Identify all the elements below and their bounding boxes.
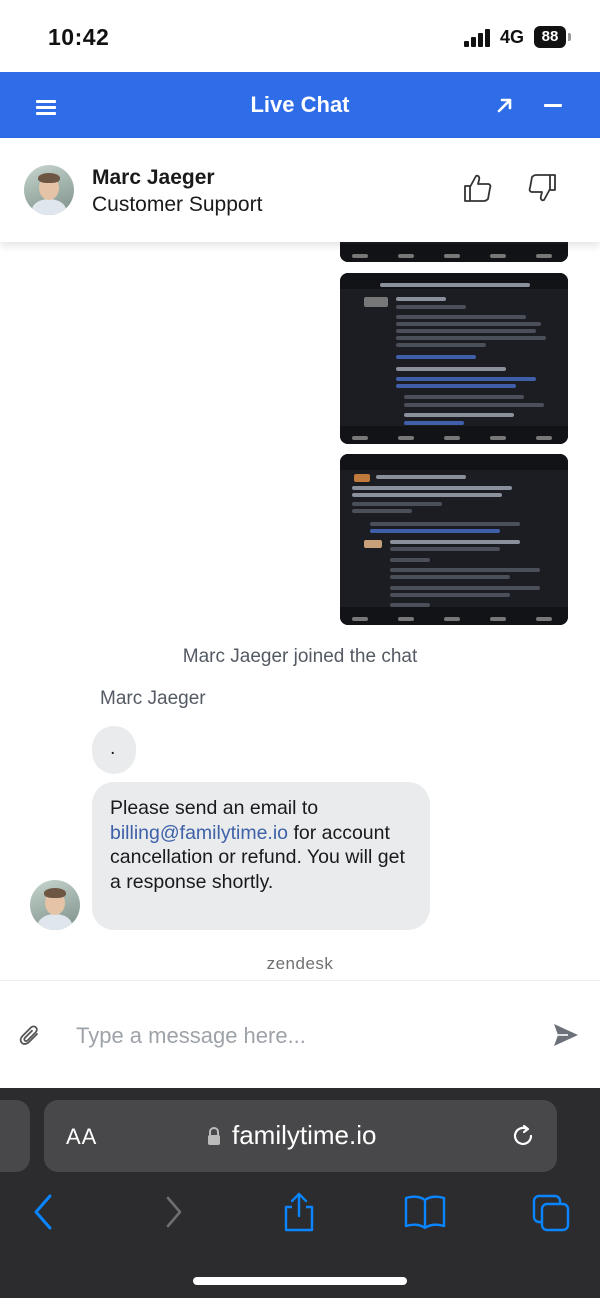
- text-size-button[interactable]: AA: [66, 1124, 97, 1150]
- battery-icon: 88: [534, 26, 566, 48]
- reload-icon[interactable]: [510, 1123, 536, 1149]
- email-screenshot-attachment[interactable]: [340, 242, 568, 262]
- url-text[interactable]: familytime.io: [232, 1120, 376, 1151]
- battery-tip: [568, 33, 571, 41]
- message-list[interactable]: Marc Jaeger joined the chat Marc Jaeger …: [0, 242, 600, 980]
- agent-role: Customer Support: [92, 193, 263, 216]
- home-indicator[interactable]: [193, 1277, 407, 1285]
- tabs-icon[interactable]: [530, 1192, 574, 1232]
- message-input[interactable]: [76, 1021, 526, 1051]
- message-text: Please send an email to: [110, 797, 319, 819]
- send-icon[interactable]: [552, 1021, 580, 1049]
- message-bubble: .: [92, 726, 136, 774]
- thumbs-down-icon[interactable]: [526, 172, 558, 204]
- signal-icon: [464, 29, 492, 47]
- agent-name: Marc Jaeger: [92, 166, 215, 189]
- status-bar: 10:42 4G 88: [0, 0, 600, 72]
- popout-icon[interactable]: [494, 94, 516, 116]
- system-message: Marc Jaeger joined the chat: [182, 646, 418, 667]
- composer: [0, 980, 600, 1088]
- minimize-icon[interactable]: [544, 104, 562, 107]
- status-time: 10:42: [48, 24, 110, 50]
- previous-tab-preview[interactable]: [0, 1100, 30, 1172]
- message-text: .: [110, 737, 116, 759]
- forward-icon[interactable]: [152, 1192, 196, 1232]
- thumbs-up-icon[interactable]: [462, 172, 494, 204]
- browser-toolbar: AA familytime.io: [0, 1088, 600, 1298]
- agent-avatar: [30, 880, 80, 930]
- agent-bar: Marc Jaeger Customer Support: [0, 138, 600, 242]
- back-icon[interactable]: [22, 1192, 66, 1232]
- chat-header: Live Chat: [0, 72, 600, 138]
- email-screenshot-attachment[interactable]: [340, 454, 568, 625]
- sender-name: Marc Jaeger: [100, 688, 206, 709]
- network-type: 4G: [500, 27, 525, 47]
- email-screenshot-attachment[interactable]: [340, 273, 568, 444]
- agent-avatar: [24, 165, 74, 215]
- address-bar[interactable]: AA familytime.io: [44, 1100, 557, 1172]
- bookmarks-icon[interactable]: [403, 1192, 447, 1232]
- share-icon[interactable]: [277, 1192, 321, 1232]
- message-bubble: Please send an email to billing@familyti…: [92, 782, 430, 930]
- paperclip-icon[interactable]: [18, 1023, 42, 1047]
- email-link[interactable]: billing@familytime.io: [110, 822, 288, 844]
- powered-by-logo: zendesk: [266, 954, 334, 973]
- lock-icon: [208, 1126, 220, 1145]
